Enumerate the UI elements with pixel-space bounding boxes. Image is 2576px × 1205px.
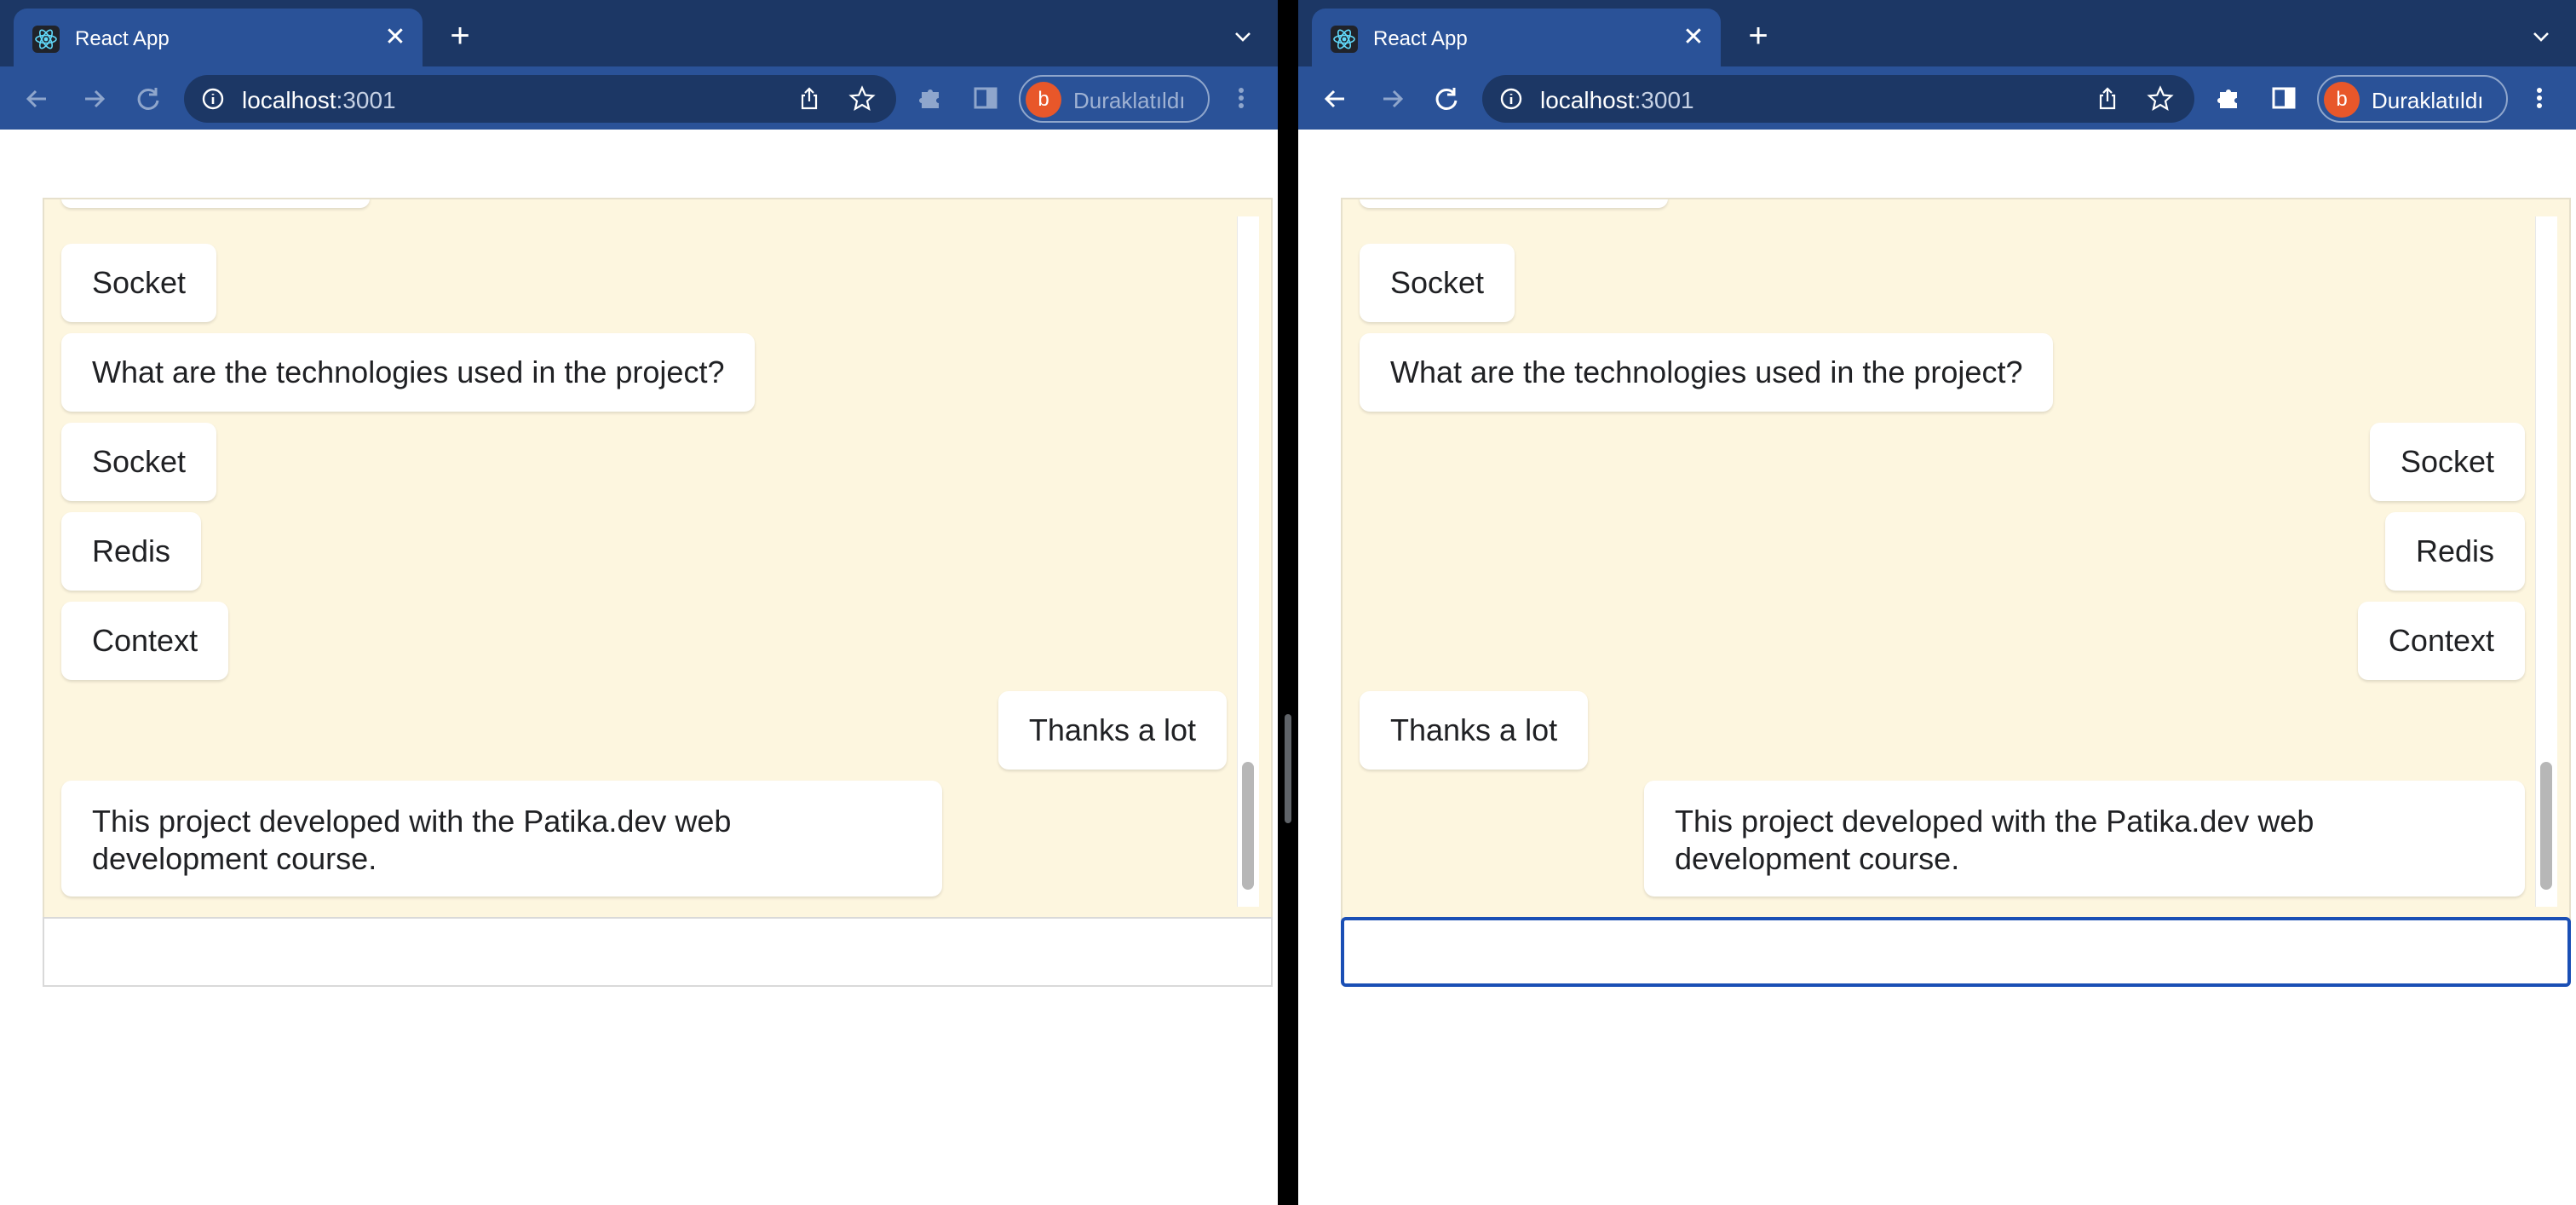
message-bubble: Context	[2357, 602, 2525, 680]
page-content: Socket What are the technologies used in…	[0, 130, 1278, 1205]
url-host: localhost	[242, 87, 336, 113]
side-panel-icon[interactable]	[971, 84, 1000, 112]
message-bubble: This project developed with the Patika.d…	[1644, 781, 2525, 897]
profile-status: Duraklatıldı	[2372, 88, 2484, 113]
address-bar[interactable]: localhost:3001	[1482, 75, 2194, 123]
message-bubble: Redis	[2384, 512, 2525, 591]
message-bubble: What are the technologies used in the pr…	[61, 333, 756, 412]
tab-strip: React App ✕ +	[0, 0, 1278, 66]
message-bubble: Thanks a lot	[1360, 691, 1589, 770]
chat-messages: Socket What are the technologies used in…	[1341, 198, 2571, 922]
star-icon[interactable]	[848, 85, 876, 112]
message-input[interactable]	[1341, 917, 2571, 987]
browser-toolbar: localhost:3001 b Duraklatıldı	[1298, 66, 2576, 130]
url-port: :3001	[1634, 87, 1694, 113]
url-port: :3001	[336, 87, 396, 113]
message-bubble: What are the technologies used in the pr…	[1360, 333, 2054, 412]
message-bubble: Socket	[1360, 244, 1515, 322]
message-bubble: Context	[61, 602, 229, 680]
side-panel-icon[interactable]	[2269, 84, 2298, 112]
browser-tab[interactable]: React App ✕	[1312, 9, 1721, 66]
url-host: localhost	[1540, 87, 1635, 113]
close-icon[interactable]: ✕	[378, 20, 412, 55]
split-resize-handle[interactable]	[1285, 714, 1291, 823]
scrollbar-thumb[interactable]	[2540, 762, 2552, 890]
back-arrow-icon[interactable]	[1317, 80, 1354, 118]
message-bubble: Socket	[61, 244, 217, 322]
star-icon[interactable]	[2147, 85, 2174, 112]
share-icon[interactable]	[2094, 85, 2121, 112]
chevron-down-icon[interactable]	[1230, 24, 1256, 49]
share-icon[interactable]	[796, 85, 823, 112]
url-text: localhost:3001	[1540, 87, 1694, 114]
menu-dots-icon[interactable]	[2525, 84, 2554, 112]
browser-tab[interactable]: React App ✕	[14, 9, 423, 66]
plus-icon[interactable]: +	[443, 19, 477, 53]
url-text: localhost:3001	[242, 87, 396, 114]
message-bubble-partial	[61, 199, 370, 208]
close-icon[interactable]: ✕	[1676, 20, 1711, 55]
browser-window-right: React App ✕ + localhost:3001 b Duraklatı…	[1298, 0, 2576, 1205]
message-bubble: Socket	[2369, 423, 2525, 501]
message-input[interactable]	[43, 917, 1273, 987]
message-bubble: Redis	[61, 512, 202, 591]
react-logo-icon	[32, 26, 60, 53]
tab-strip: React App ✕ +	[1298, 0, 2576, 66]
browser-toolbar: localhost:3001 b Duraklatıldı	[0, 66, 1278, 130]
chevron-down-icon[interactable]	[2528, 24, 2554, 49]
reload-icon[interactable]	[1428, 80, 1465, 118]
message-bubble: Thanks a lot	[998, 691, 1227, 770]
menu-dots-icon[interactable]	[1227, 84, 1256, 112]
back-arrow-icon[interactable]	[19, 80, 56, 118]
window-divider	[1278, 0, 1298, 1205]
avatar: b	[2324, 82, 2360, 118]
avatar: b	[1026, 82, 1061, 118]
profile-button[interactable]: b Duraklatıldı	[1019, 75, 1210, 123]
scrollbar-thumb[interactable]	[1242, 762, 1254, 890]
tab-title: React App	[1373, 27, 1468, 50]
reload-icon[interactable]	[129, 80, 167, 118]
profile-button[interactable]: b Duraklatıldı	[2317, 75, 2508, 123]
tab-title: React App	[75, 27, 170, 50]
message-bubble-partial	[1360, 199, 1668, 208]
forward-arrow-icon[interactable]	[1373, 80, 1411, 118]
info-icon[interactable]	[1499, 87, 1523, 111]
puzzle-icon[interactable]	[917, 84, 946, 112]
profile-status: Duraklatıldı	[1073, 88, 1186, 113]
message-bubble: Socket	[61, 423, 217, 501]
plus-icon[interactable]: +	[1741, 19, 1775, 53]
info-icon[interactable]	[201, 87, 225, 111]
browser-window-left: React App ✕ + localhost:3001 b Duraklatı…	[0, 0, 1278, 1205]
react-logo-icon	[1331, 26, 1358, 53]
address-bar[interactable]: localhost:3001	[184, 75, 896, 123]
page-content: Socket What are the technologies used in…	[1298, 130, 2576, 1205]
chat-messages: Socket What are the technologies used in…	[43, 198, 1273, 922]
forward-arrow-icon[interactable]	[75, 80, 112, 118]
message-bubble: This project developed with the Patika.d…	[61, 781, 942, 897]
puzzle-icon[interactable]	[2215, 84, 2244, 112]
